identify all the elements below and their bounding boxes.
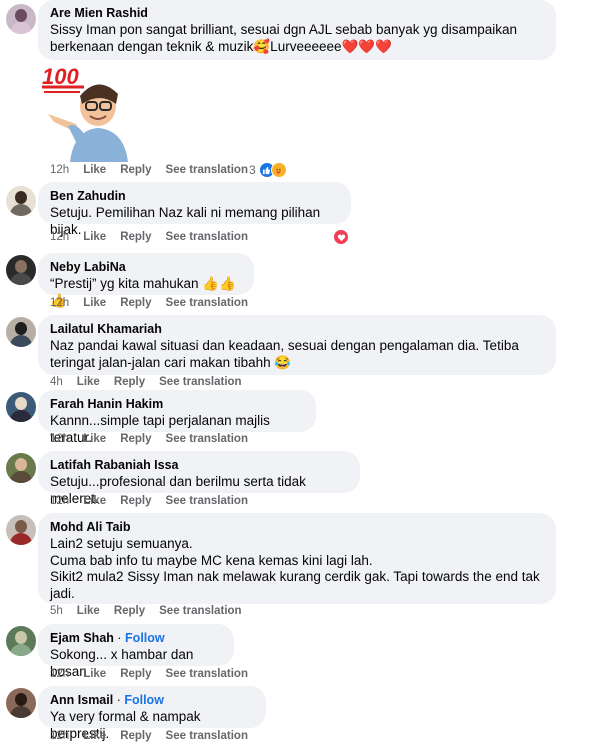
comment-bubble: Ejam Shah · Follow Sokong... x hambar da… bbox=[38, 624, 234, 679]
comment-time[interactable]: 12h bbox=[50, 668, 69, 680]
avatar[interactable] bbox=[6, 626, 36, 656]
commenter-name[interactable]: Neby LabiNa bbox=[50, 259, 242, 276]
comment-time[interactable]: 12h bbox=[50, 495, 69, 507]
avatar[interactable] bbox=[6, 688, 36, 718]
comment-time[interactable]: 12h bbox=[50, 433, 69, 445]
avatar[interactable] bbox=[6, 392, 36, 422]
follow-button[interactable]: Follow bbox=[124, 693, 164, 707]
care-reaction-icon bbox=[270, 162, 287, 178]
commenter-name[interactable]: Farah Hanin Hakim bbox=[50, 396, 304, 413]
comment-bubble: Lailatul Khamariah Naz pandai kawal situ… bbox=[38, 315, 556, 375]
comment-actions: 12h Like Reply See translation bbox=[50, 231, 248, 243]
comment-actions: 12h Like Reply See translation bbox=[50, 495, 248, 507]
like-button[interactable]: Like bbox=[83, 231, 106, 243]
commenter-name[interactable]: Lailatul Khamariah bbox=[50, 321, 544, 338]
comment-actions: 12h Like Reply See translation bbox=[50, 668, 248, 680]
comment-actions: 4h Like Reply See translation bbox=[50, 376, 242, 388]
like-button[interactable]: Like bbox=[83, 164, 106, 176]
reply-button[interactable]: Reply bbox=[120, 495, 151, 507]
sticker-100-text: 100 bbox=[42, 64, 79, 89]
reaction-summary[interactable]: 3 bbox=[249, 162, 287, 178]
commenter-name[interactable]: Are Mien Rashid bbox=[50, 5, 544, 22]
comment-text: Lain2 setuju semuanya. Cuma bab info tu … bbox=[50, 536, 540, 601]
separator-dot: · bbox=[117, 631, 126, 645]
avatar[interactable] bbox=[6, 453, 36, 483]
commenter-name: Ann Ismail · Follow bbox=[50, 692, 254, 709]
see-translation-button[interactable]: See translation bbox=[166, 433, 248, 445]
avatar-sticker: 100 bbox=[42, 64, 128, 162]
reply-button[interactable]: Reply bbox=[120, 231, 151, 243]
see-translation-button[interactable]: See translation bbox=[166, 164, 248, 176]
reaction-count: 3 bbox=[249, 163, 256, 177]
avatar[interactable] bbox=[6, 4, 36, 34]
follow-button[interactable]: Follow bbox=[125, 631, 165, 645]
avatar[interactable] bbox=[6, 255, 36, 285]
heart-reaction-icon bbox=[333, 229, 349, 245]
comment-actions: 12h Like Reply See translation bbox=[50, 433, 248, 445]
like-button[interactable]: Like bbox=[77, 605, 100, 617]
comment-time[interactable]: 4h bbox=[50, 376, 63, 388]
like-button[interactable]: Like bbox=[83, 297, 106, 309]
comment-time[interactable]: 12h bbox=[50, 297, 69, 309]
comment-bubble: Mohd Ali Taib Lain2 setuju semuanya. Cum… bbox=[38, 513, 556, 604]
like-button[interactable]: Like bbox=[77, 376, 100, 388]
see-translation-button[interactable]: See translation bbox=[166, 297, 248, 309]
see-translation-button[interactable]: See translation bbox=[166, 231, 248, 243]
comment-time[interactable]: 5h bbox=[50, 605, 63, 617]
like-button[interactable]: Like bbox=[83, 668, 106, 680]
reaction-summary[interactable] bbox=[333, 229, 349, 245]
comment-bubble: Ben Zahudin Setuju. Pemilihan Naz kali n… bbox=[38, 182, 351, 237]
reply-button[interactable]: Reply bbox=[120, 730, 151, 742]
like-button[interactable]: Like bbox=[83, 730, 106, 742]
comment-actions: 12h Like Reply See translation bbox=[50, 730, 248, 742]
comment-time[interactable]: 12h bbox=[50, 164, 69, 176]
comment-time[interactable]: 12h bbox=[50, 231, 69, 243]
comment-time[interactable]: 12h bbox=[50, 730, 69, 742]
avatar[interactable] bbox=[6, 317, 36, 347]
comment-bubble: Are Mien Rashid Sissy Iman pon sangat br… bbox=[38, 0, 556, 60]
reply-button[interactable]: Reply bbox=[120, 668, 151, 680]
like-button[interactable]: Like bbox=[83, 433, 106, 445]
see-translation-button[interactable]: See translation bbox=[166, 730, 248, 742]
commenter-name[interactable]: Mohd Ali Taib bbox=[50, 519, 544, 536]
reply-button[interactable]: Reply bbox=[120, 164, 151, 176]
comment-actions: 5h Like Reply See translation bbox=[50, 605, 242, 617]
comment-actions: 12h Like Reply See translation bbox=[50, 297, 248, 309]
commenter-name[interactable]: Latifah Rabaniah Issa bbox=[50, 457, 348, 474]
reply-button[interactable]: Reply bbox=[114, 376, 145, 388]
avatar[interactable] bbox=[6, 515, 36, 545]
like-button[interactable]: Like bbox=[83, 495, 106, 507]
comment-text: Naz pandai kawal situasi dan keadaan, se… bbox=[50, 338, 519, 370]
see-translation-button[interactable]: See translation bbox=[166, 668, 248, 680]
comment-bubble: Ann Ismail · Follow Ya very formal & nam… bbox=[38, 686, 266, 741]
commenter-name: Ejam Shah · Follow bbox=[50, 630, 222, 647]
avatar[interactable] bbox=[6, 186, 36, 216]
comment-bubble: Farah Hanin Hakim Kannn...simple tapi pe… bbox=[38, 390, 316, 445]
commenter-name-link[interactable]: Ann Ismail bbox=[50, 693, 113, 707]
commenter-name[interactable]: Ben Zahudin bbox=[50, 188, 339, 205]
see-translation-button[interactable]: See translation bbox=[159, 376, 241, 388]
reply-button[interactable]: Reply bbox=[120, 297, 151, 309]
reply-button[interactable]: Reply bbox=[120, 433, 151, 445]
comment-text: Sissy Iman pon sangat brilliant, sesuai … bbox=[50, 22, 518, 54]
comment-bubble: Latifah Rabaniah Issa Setuju...profesion… bbox=[38, 451, 360, 506]
reply-button[interactable]: Reply bbox=[114, 605, 145, 617]
commenter-name-link[interactable]: Ejam Shah bbox=[50, 631, 114, 645]
see-translation-button[interactable]: See translation bbox=[159, 605, 241, 617]
comment-actions: 12h Like Reply See translation bbox=[50, 164, 248, 176]
see-translation-button[interactable]: See translation bbox=[166, 495, 248, 507]
comment-bubble: Neby LabiNa “Prestij” yg kita mahukan 👍👍… bbox=[38, 253, 254, 308]
